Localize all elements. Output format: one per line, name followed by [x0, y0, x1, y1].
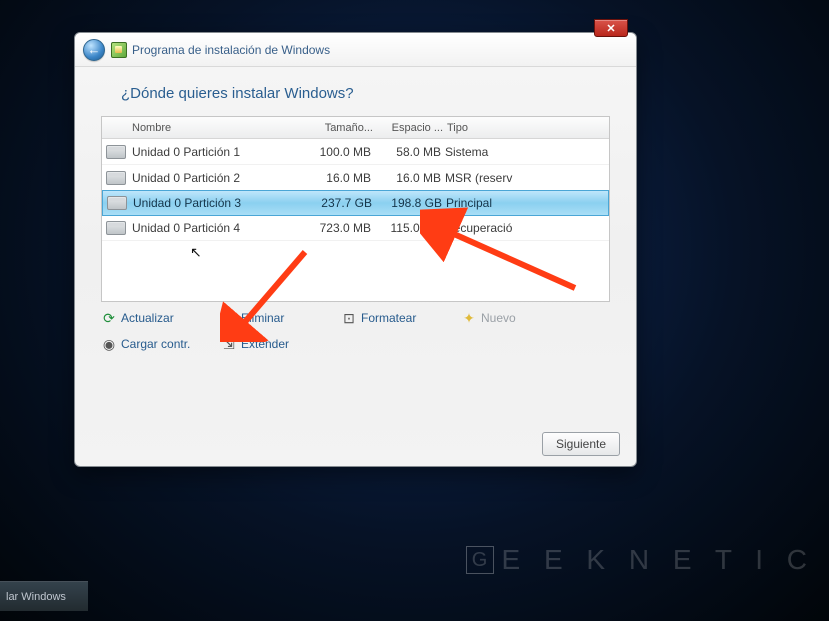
extend-button[interactable]: Extender	[221, 336, 341, 352]
taskbar-fragment: lar Windows	[0, 581, 88, 611]
new-icon	[461, 310, 477, 326]
refresh-icon	[101, 310, 117, 326]
disk-icon	[106, 145, 126, 159]
back-button[interactable]: ←	[83, 39, 105, 61]
col-free[interactable]: Espacio ...	[375, 122, 445, 134]
windows-setup-icon	[111, 42, 127, 58]
action-bar: Actualizar Eliminar Formatear Nuevo Carg…	[101, 310, 610, 352]
refresh-button[interactable]: Actualizar	[101, 310, 221, 326]
page-heading: ¿Dónde quieres instalar Windows?	[121, 85, 610, 102]
partition-rows: Unidad 0 Partición 1 100.0 MB 58.0 MB Si…	[102, 139, 609, 301]
watermark-text: E E K N E T I C	[502, 544, 815, 576]
partition-list: Nombre Tamaño... Espacio ... Tipo Unidad…	[101, 116, 610, 302]
close-button[interactable]: ✕	[594, 19, 628, 37]
delete-button[interactable]: Eliminar	[221, 310, 341, 326]
disk-icon	[106, 221, 126, 235]
watermark-initial: G	[466, 546, 494, 574]
partition-row[interactable]: Unidad 0 Partición 2 16.0 MB 16.0 MB MSR…	[102, 165, 609, 191]
col-size[interactable]: Tamaño...	[300, 122, 375, 134]
taskbar-label: lar Windows	[6, 591, 66, 603]
list-header: Nombre Tamaño... Espacio ... Tipo	[102, 117, 609, 139]
col-type[interactable]: Tipo	[445, 122, 597, 134]
col-name[interactable]: Nombre	[130, 122, 300, 134]
setup-window: ✕ ← Programa de instalación de Windows ¿…	[74, 32, 637, 467]
extend-icon	[221, 336, 237, 352]
partition-row[interactable]: Unidad 0 Partición 1 100.0 MB 58.0 MB Si…	[102, 139, 609, 165]
format-button[interactable]: Formatear	[341, 310, 461, 326]
titlebar: ← Programa de instalación de Windows	[75, 33, 636, 67]
footer: Siguiente	[75, 426, 636, 466]
load-driver-icon	[101, 336, 117, 352]
window-body: ¿Dónde quieres instalar Windows? Nombre …	[75, 67, 636, 426]
window-title: Programa de instalación de Windows	[132, 43, 330, 57]
new-button[interactable]: Nuevo	[461, 310, 581, 326]
delete-icon	[221, 310, 237, 326]
load-driver-button[interactable]: Cargar contr.	[101, 336, 221, 352]
disk-icon	[106, 171, 126, 185]
partition-row[interactable]: Unidad 0 Partición 4 723.0 MB 115.0 MB R…	[102, 215, 609, 241]
watermark: G E E K N E T I C	[466, 544, 815, 576]
partition-row-selected[interactable]: Unidad 0 Partición 3 237.7 GB 198.8 GB P…	[102, 190, 609, 216]
disk-icon	[107, 196, 127, 210]
next-button[interactable]: Siguiente	[542, 432, 620, 456]
format-icon	[341, 310, 357, 326]
